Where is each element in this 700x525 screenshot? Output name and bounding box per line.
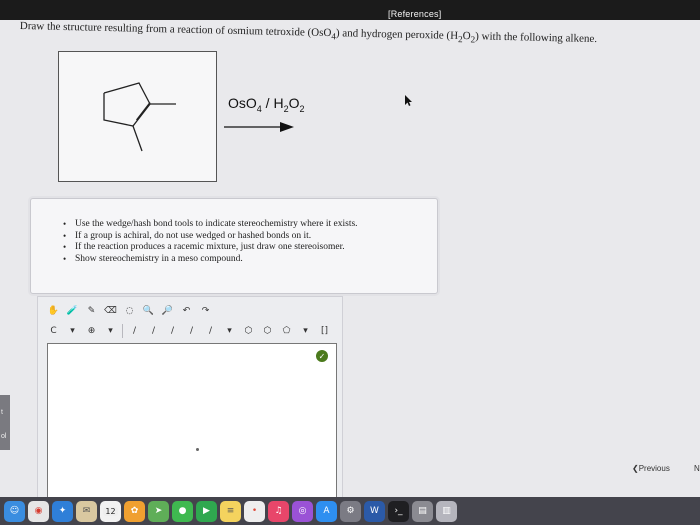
check-answer-icon[interactable]: ✓ — [316, 350, 328, 362]
element-dropdown-chevron-down-icon[interactable]: ▾ — [65, 324, 80, 339]
calendar-icon[interactable]: 12 — [100, 500, 121, 522]
editor-toolbar-row-1: ✋ 🧪 ✎ ⌫ ◌ 🔍 🔎 ↶ ↷ — [46, 302, 213, 320]
wedge-bond-button[interactable]: / — [146, 324, 161, 339]
drawing-canvas[interactable]: ✓ — [47, 343, 337, 511]
mac-dock: ☺ ◉ ✦ ✉ 12 ✿ ➤ ● ▶ ≡ • ♫ ◎ A ⚙ W ›_ ▤ ▥ — [0, 497, 700, 525]
reaction-reagent-label: OsO4 / H2O2 — [228, 95, 305, 114]
single-bond-button[interactable]: / — [127, 324, 142, 339]
next-button[interactable]: N — [694, 464, 700, 473]
instruction-item: If the reaction produces a racemic mixtu… — [63, 242, 437, 254]
mouse-cursor-icon — [405, 95, 412, 106]
eraser-icon[interactable]: ⌫ — [103, 304, 118, 319]
element-carbon-button[interactable]: C — [46, 324, 61, 339]
charge-plus-button[interactable]: ⊕ — [84, 324, 99, 339]
references-link[interactable]: [References] — [388, 9, 441, 19]
left-edge-text: ol — [1, 433, 7, 440]
triple-bond-button[interactable]: / — [203, 324, 218, 339]
zoom-out-icon[interactable]: 🔎 — [160, 304, 175, 319]
question-text: Draw the structure resulting from a reac… — [19, 20, 598, 46]
double-bond-button[interactable]: / — [184, 324, 199, 339]
hash-bond-button[interactable]: / — [165, 324, 180, 339]
word-icon[interactable]: W — [364, 500, 385, 522]
terminal-icon[interactable]: ›_ — [388, 500, 409, 522]
reminders-icon[interactable]: • — [244, 500, 265, 522]
charge-dropdown-chevron-down-icon[interactable]: ▾ — [103, 324, 118, 339]
instruction-item: Show stereochemistry in a meso compound. — [63, 254, 437, 266]
toolbar-divider — [122, 324, 123, 338]
alkene-structure-drawing — [103, 82, 176, 152]
zoom-in-icon[interactable]: 🔍 — [141, 304, 156, 319]
bracket-button[interactable]: [] — [317, 324, 332, 339]
files-icon[interactable]: ▤ — [412, 500, 433, 522]
instruction-item: If a group is achiral, do not use wedged… — [63, 231, 437, 243]
facetime-icon[interactable]: ▶ — [196, 500, 217, 522]
maps-icon[interactable]: ➤ — [148, 500, 169, 522]
cyclopentane-ring-button[interactable]: ⬠ — [279, 324, 294, 339]
left-edge-window: t ol — [0, 395, 10, 450]
reaction-arrow-icon — [224, 122, 294, 132]
editor-toolbar-row-2: C ▾ ⊕ ▾ / / / / / ▾ ⬡ ⬡ ⬠ ▾ [] — [46, 322, 332, 340]
benzene-ring-button[interactable]: ⬡ — [241, 324, 256, 339]
finder-icon[interactable]: ☺ — [4, 500, 25, 522]
instructions-panel: Use the wedge/hash bond tools to indicat… — [30, 198, 438, 294]
canvas-pointer-dot — [196, 448, 199, 451]
ring-dropdown-chevron-down-icon[interactable]: ▾ — [298, 324, 313, 339]
hand-icon[interactable]: ✋ — [46, 304, 61, 319]
photos-icon[interactable]: ✿ — [124, 500, 145, 522]
messages-icon[interactable]: ● — [172, 500, 193, 522]
trash-icon[interactable]: ▥ — [436, 500, 457, 522]
previous-button[interactable]: ❮Previous — [632, 464, 670, 473]
safari-icon[interactable]: ✦ — [52, 500, 73, 522]
bottle-icon[interactable]: 🧪 — [65, 304, 80, 319]
top-bar: [References] — [0, 0, 700, 20]
cyclohexane-ring-button[interactable]: ⬡ — [260, 324, 275, 339]
pencil-icon[interactable]: ✎ — [84, 304, 99, 319]
mail-icon[interactable]: ✉ — [76, 500, 97, 522]
bond-dropdown-chevron-down-icon[interactable]: ▾ — [222, 324, 237, 339]
redo-icon[interactable]: ↷ — [198, 304, 213, 319]
notes-icon[interactable]: ≡ — [220, 500, 241, 522]
left-edge-text: t — [1, 409, 3, 416]
alkene-structure-box — [58, 51, 217, 182]
undo-icon[interactable]: ↶ — [179, 304, 194, 319]
instruction-item: Use the wedge/hash bond tools to indicat… — [63, 219, 437, 231]
music-icon[interactable]: ♫ — [268, 500, 289, 522]
lasso-icon[interactable]: ◌ — [122, 304, 137, 319]
chrome-icon[interactable]: ◉ — [28, 500, 49, 522]
settings-icon[interactable]: ⚙ — [340, 500, 361, 522]
structure-editor: ✋ 🧪 ✎ ⌫ ◌ 🔍 🔎 ↶ ↷ C ▾ ⊕ ▾ / / / / / ▾ ⬡ … — [37, 296, 343, 511]
instructions-list: Use the wedge/hash bond tools to indicat… — [31, 199, 437, 265]
appstore-icon[interactable]: A — [316, 500, 337, 522]
podcasts-icon[interactable]: ◎ — [292, 500, 313, 522]
